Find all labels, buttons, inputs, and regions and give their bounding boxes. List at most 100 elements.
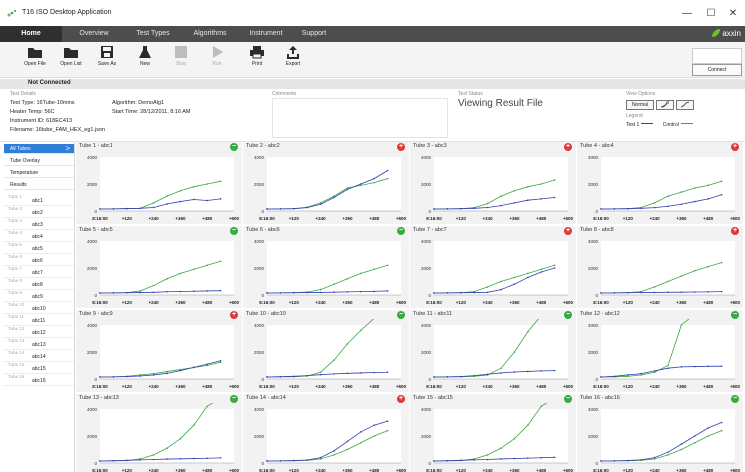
sidebar-item-tube[interactable]: Tube 3 abc3 bbox=[4, 218, 74, 230]
tab-overview[interactable]: Overview bbox=[66, 26, 122, 42]
tab-algorithms[interactable]: Algorithms bbox=[182, 26, 238, 42]
sidebar-item-all-tubes[interactable]: All Tubes > bbox=[4, 144, 74, 154]
sidebar-item-tube[interactable]: Tube 12 abc12 bbox=[4, 326, 74, 338]
control-series-point bbox=[360, 272, 362, 275]
tube-chart-panel[interactable]: Tube 2 - abc2 +0 2000 4000 8:16:00 +120 +240 +3… bbox=[243, 142, 409, 224]
legend: Test 1 Control bbox=[626, 122, 695, 128]
x-tick-label: 8:16:00 bbox=[593, 216, 609, 221]
print-button[interactable]: Print bbox=[242, 45, 272, 77]
sidebar-item-tube[interactable]: Tube 13 abc13 bbox=[4, 338, 74, 350]
connect-button[interactable]: Connect bbox=[692, 64, 742, 76]
sidebar-item-tube[interactable]: Tube 8 abc8 bbox=[4, 278, 74, 290]
sidebar-item-tube[interactable]: Tube 14 abc14 bbox=[4, 350, 74, 362]
tube-chart-panel[interactable]: Tube 11 - abc11 − 0 2000 4000 8:16:00 +120 +240… bbox=[410, 310, 576, 392]
sidebar-item-tube[interactable]: Tube 5 abc5 bbox=[4, 242, 74, 254]
line-chart: 0 2000 4000 8:16:00 +120 +240 +360 +480 +600 bbox=[588, 319, 741, 389]
sidebar-item-tube[interactable]: Tube 4 abc4 bbox=[4, 230, 74, 242]
tube-chart-panel[interactable]: Tube 8 - abc8 +0 2000 4000 8:16:00 +120 +240 +3… bbox=[577, 226, 743, 308]
sidebar-item-tube[interactable]: Tube 15 abc15 bbox=[4, 362, 74, 374]
y-tick-label: 0 bbox=[94, 377, 97, 382]
new-button[interactable]: New bbox=[130, 45, 160, 77]
control-series-point bbox=[486, 286, 489, 288]
sidebar-item-temperature[interactable]: Temperature bbox=[4, 168, 74, 178]
tube-chart-panel[interactable]: Tube 13 - abc13 − 0 2000 4000 8:16:00 +120 +240… bbox=[76, 394, 242, 472]
control-series-point bbox=[653, 202, 656, 204]
control-series-point bbox=[373, 268, 375, 271]
test-series-point bbox=[540, 370, 542, 372]
sidebar-item-tube[interactable]: Tube 16 abc16 bbox=[4, 374, 74, 386]
minimize-button[interactable]: — bbox=[676, 6, 698, 22]
sidebar-item-tube[interactable]: Tube 6 abc6 bbox=[4, 254, 74, 266]
test-series-point bbox=[179, 200, 182, 203]
sidebar-item-tube[interactable]: Tube 7 abc7 bbox=[4, 266, 74, 278]
test-series-point bbox=[653, 370, 656, 372]
tube-chart-panel[interactable]: Tube 12 - abc12 − 0 2000 4000 8:16:00 +120 +240… bbox=[577, 310, 743, 392]
chart-title: Tube 6 - abc6 bbox=[246, 227, 280, 233]
tube-chart-panel[interactable]: Tube 6 - abc6 − 0 2000 4000 8:16:00 +120 +240 +3… bbox=[243, 226, 409, 308]
open-list-button[interactable]: Open List bbox=[56, 45, 86, 77]
test-series-point bbox=[433, 292, 435, 294]
control-series-point bbox=[166, 370, 168, 373]
test-series-point bbox=[627, 374, 629, 376]
open-file-button[interactable]: Open File bbox=[20, 45, 50, 77]
maximize-button[interactable]: ☐ bbox=[700, 6, 722, 22]
test-series-point bbox=[473, 291, 475, 294]
test-series-point bbox=[513, 457, 516, 460]
tube-chart-panel[interactable]: Tube 14 - abc14 +0 2000 4000 8:16:00 +120 +240… bbox=[243, 394, 409, 472]
tube-chart-panel[interactable]: Tube 7 - abc7 +0 2000 4000 8:16:00 +120 +240 +3… bbox=[410, 226, 576, 308]
comments-field[interactable] bbox=[272, 98, 448, 138]
tab-test-types[interactable]: Test Types bbox=[124, 26, 182, 42]
close-button[interactable]: ✕ bbox=[722, 6, 744, 22]
test-status-heading: Test Status bbox=[458, 91, 483, 97]
plot-area bbox=[100, 241, 234, 295]
window-title: T16 ISO Desktop Application bbox=[22, 9, 112, 16]
x-tick-label: +360 bbox=[342, 300, 353, 305]
derivative-view-button[interactable] bbox=[676, 100, 694, 110]
tube-sample-name: abc5 bbox=[32, 246, 43, 252]
tube-number: Tube 6 bbox=[8, 254, 22, 259]
test-series-point bbox=[279, 208, 282, 210]
tube-chart-panel[interactable]: Tube 3 - abc3 +0 2000 4000 8:16:00 +120 +240 +3… bbox=[410, 142, 576, 224]
control-series-point bbox=[346, 448, 349, 451]
sidebar-item-tube-overlay[interactable]: Tube Overlay bbox=[4, 156, 74, 166]
tab-home[interactable]: Home bbox=[0, 26, 62, 42]
test-series-point bbox=[360, 290, 362, 293]
tube-chart-panel[interactable]: Tube 4 - abc4 +0 2000 4000 8:16:00 +120 +240 +3… bbox=[577, 142, 743, 224]
sidebar-item-tube[interactable]: Tube 11 abc11 bbox=[4, 314, 74, 326]
tab-instrument[interactable]: Instrument bbox=[238, 26, 294, 42]
x-tick-label: 8:16:00 bbox=[426, 384, 442, 389]
tube-chart-panel[interactable]: Tube 16 - abc16 − 0 2000 4000 8:16:00 +120 +240… bbox=[577, 394, 743, 472]
tube-chart-panel[interactable]: Tube 5 - abc5 − 0 2000 4000 8:16:00 +120 +240 +3… bbox=[76, 226, 242, 308]
sidebar-item-tube[interactable]: Tube 1 abc1 bbox=[4, 194, 74, 206]
test-series-point bbox=[152, 206, 155, 209]
test-series-point bbox=[446, 459, 449, 462]
export-button[interactable]: Export bbox=[278, 45, 308, 77]
sidebar-item-results[interactable]: Results bbox=[4, 180, 74, 190]
stop-button[interactable]: Stop bbox=[166, 45, 196, 77]
test-series-point bbox=[346, 291, 349, 293]
legend-heading: Legend bbox=[626, 113, 643, 119]
x-tick-label: +360 bbox=[676, 384, 687, 389]
tube-chart-panel[interactable]: Tube 15 - abc15 − 0 2000 4000 8:16:00 +120 +240… bbox=[410, 394, 576, 472]
test-series-point bbox=[373, 371, 375, 374]
control-series-point bbox=[166, 195, 168, 197]
tube-chart-panel[interactable]: Tube 9 - abc9 +0 2000 4000 8:16:00 +120 +240 +3… bbox=[76, 310, 242, 392]
line-chart: 0 2000 4000 8:16:00 +120 +240 +360 +480 +600 bbox=[421, 239, 574, 305]
sidebar-item-tube[interactable]: Tube 10 abc10 bbox=[4, 302, 74, 314]
y-tick-label: 0 bbox=[94, 461, 97, 466]
tube-chart-panel[interactable]: Tube 1 - abc1 − 0 2000 4000 8:16:00 +120 +240 +3… bbox=[76, 142, 242, 224]
test-series-point bbox=[680, 443, 683, 445]
sidebar-item-tube[interactable]: Tube 2 abc2 bbox=[4, 206, 74, 218]
x-tick-label: +120 bbox=[122, 216, 133, 221]
sidebar-item-tube[interactable]: Tube 9 abc9 bbox=[4, 290, 74, 302]
run-button[interactable]: Run bbox=[202, 45, 232, 77]
normal-view-button[interactable]: Normal bbox=[626, 100, 654, 110]
control-series-point bbox=[500, 447, 502, 449]
plot-area bbox=[434, 409, 568, 463]
negative-status-icon: − bbox=[230, 395, 238, 403]
tab-support[interactable]: Support bbox=[294, 26, 334, 42]
save-as-button[interactable]: Save As bbox=[92, 45, 122, 77]
log-view-button[interactable] bbox=[656, 100, 674, 110]
negative-status-icon: − bbox=[397, 311, 405, 319]
tube-chart-panel[interactable]: Tube 10 - abc10 − 0 2000 4000 8:16:00 +120 +240… bbox=[243, 310, 409, 392]
